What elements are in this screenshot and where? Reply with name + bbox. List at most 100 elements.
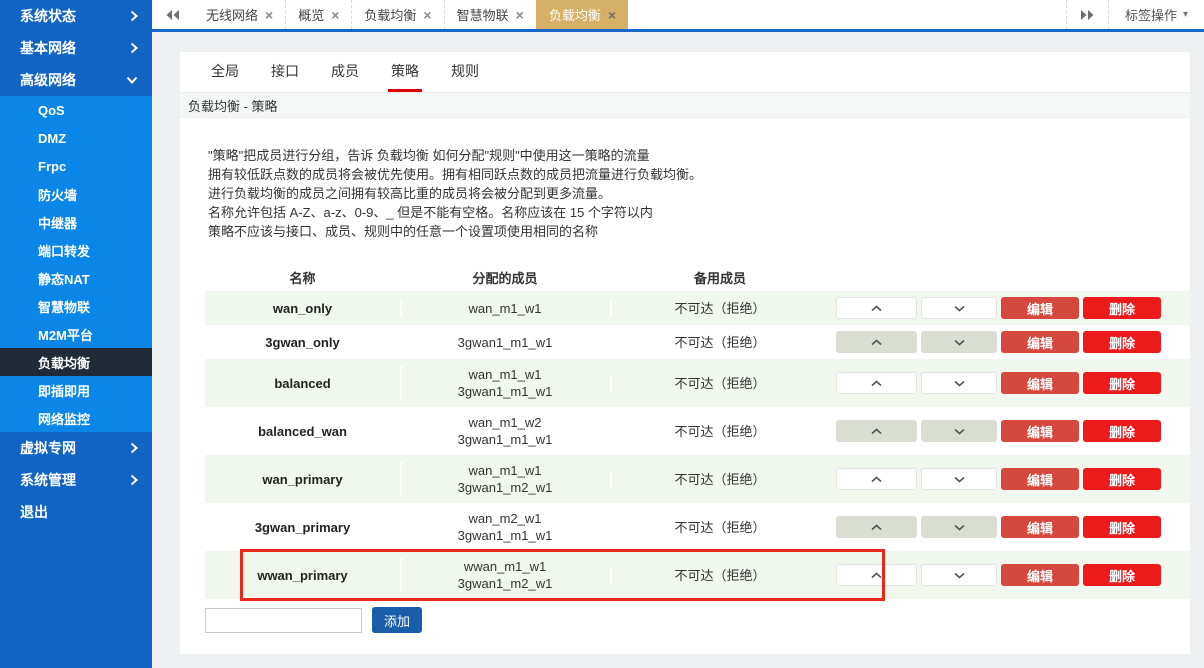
- caret-down-icon: ▾: [1183, 9, 1188, 20]
- move-up-button[interactable]: [836, 516, 917, 538]
- move-down-button[interactable]: [921, 468, 997, 490]
- policy-fallback: 不可达（拒绝）: [610, 334, 830, 351]
- window-tab-负载均衡[interactable]: 负载均衡×: [351, 0, 443, 29]
- sidebar-subitem-智慧物联[interactable]: 智慧物联: [0, 292, 152, 320]
- move-up-button[interactable]: [836, 564, 917, 586]
- delete-button[interactable]: 删除: [1083, 468, 1161, 490]
- sidebar-item-系统状态[interactable]: 系统状态: [0, 0, 152, 32]
- module-tab-成员[interactable]: 成员: [328, 52, 362, 92]
- sidebar-subitem-即插即用[interactable]: 即插即用: [0, 376, 152, 404]
- chevron-up-icon: [871, 339, 882, 346]
- tab-close-icon[interactable]: ×: [516, 8, 524, 22]
- edit-button[interactable]: 编辑: [1001, 331, 1079, 353]
- policy-name: wwan_primary: [205, 567, 400, 584]
- sidebar-item-高级网络[interactable]: 高级网络: [0, 64, 152, 96]
- move-down-button[interactable]: [921, 331, 997, 353]
- delete-button[interactable]: 删除: [1083, 516, 1161, 538]
- header-fallback: 备用成员: [610, 270, 830, 287]
- move-up-button[interactable]: [836, 331, 917, 353]
- delete-button[interactable]: 删除: [1083, 331, 1161, 353]
- tab-operations-menu[interactable]: 标签操作 ▾: [1108, 0, 1204, 29]
- chevron-right-icon: [130, 474, 138, 486]
- module-tab-规则[interactable]: 规则: [448, 52, 482, 92]
- tabs-scroll-right-button[interactable]: [1066, 0, 1108, 29]
- edit-button[interactable]: 编辑: [1001, 372, 1079, 394]
- module-tab-策略[interactable]: 策略: [388, 52, 422, 92]
- sidebar-subitem-端口转发[interactable]: 端口转发: [0, 236, 152, 264]
- add-policy-form: 添加: [205, 607, 1190, 633]
- description-line: 进行负载均衡的成员之间拥有较高比重的成员将会被分配到更多流量。: [208, 184, 1190, 203]
- tab-close-icon[interactable]: ×: [331, 8, 339, 22]
- chevron-up-icon: [871, 572, 882, 579]
- tab-operations-label: 标签操作: [1125, 5, 1177, 24]
- move-up-button[interactable]: [836, 372, 917, 394]
- policy-members: 3gwan1_m1_w1: [400, 334, 610, 351]
- policy-name: wan_primary: [205, 471, 400, 488]
- move-up-button[interactable]: [836, 468, 917, 490]
- sidebar-subitem-Frpc[interactable]: Frpc: [0, 152, 152, 180]
- chevron-down-icon: [954, 572, 965, 579]
- window-tab-概览[interactable]: 概览×: [285, 0, 351, 29]
- delete-button[interactable]: 删除: [1083, 564, 1161, 586]
- window-tab-label: 负载均衡: [549, 5, 601, 24]
- module-tab-接口[interactable]: 接口: [268, 52, 302, 92]
- chevron-up-icon: [871, 305, 882, 312]
- move-down-button[interactable]: [921, 297, 997, 319]
- move-down-button[interactable]: [921, 420, 997, 442]
- move-down-button[interactable]: [921, 516, 997, 538]
- sidebar-item-系统管理[interactable]: 系统管理: [0, 464, 152, 496]
- move-down-button[interactable]: [921, 372, 997, 394]
- tabs-scroll-left-button[interactable]: [152, 0, 194, 29]
- move-down-button[interactable]: [921, 564, 997, 586]
- sidebar-subitem-M2M平台[interactable]: M2M平台: [0, 320, 152, 348]
- policy-row-balanced_wan: balanced_wanwan_m1_w23gwan1_m1_w1不可达（拒绝）…: [205, 407, 1190, 455]
- edit-button[interactable]: 编辑: [1001, 516, 1079, 538]
- table-header-row: 名称 分配的成员 备用成员: [205, 265, 1190, 291]
- edit-button[interactable]: 编辑: [1001, 297, 1079, 319]
- policy-name: balanced: [205, 375, 400, 392]
- move-up-button[interactable]: [836, 297, 917, 319]
- window-tab-负载均衡[interactable]: 负载均衡 ×: [536, 0, 628, 29]
- sidebar-subitem-负载均衡[interactable]: 负载均衡: [0, 348, 152, 376]
- sidebar-item-label: 退出: [20, 502, 48, 522]
- tab-close-icon[interactable]: ×: [608, 8, 616, 22]
- chevron-up-icon: [871, 524, 882, 531]
- sidebar-item-退出[interactable]: 退出: [0, 496, 152, 528]
- chevron-down-icon: [954, 428, 965, 435]
- tab-close-icon[interactable]: ×: [423, 8, 431, 22]
- delete-button[interactable]: 删除: [1083, 372, 1161, 394]
- window-tab-智慧物联[interactable]: 智慧物联×: [444, 0, 536, 29]
- chevron-up-icon: [871, 428, 882, 435]
- add-policy-button[interactable]: 添加: [372, 607, 422, 633]
- move-up-button[interactable]: [836, 420, 917, 442]
- sidebar-subitem-DMZ[interactable]: DMZ: [0, 124, 152, 152]
- sidebar-subitem-防火墙[interactable]: 防火墙: [0, 180, 152, 208]
- policy-fallback: 不可达（拒绝）: [610, 519, 830, 536]
- delete-button[interactable]: 删除: [1083, 297, 1161, 319]
- description-line: 名称允许包括 A-Z、a-z、0-9、_ 但是不能有空格。名称应该在 15 个字…: [208, 203, 1190, 222]
- row-actions: 编辑删除: [830, 372, 1190, 394]
- sidebar-top-group: 系统状态基本网络高级网络: [0, 0, 152, 96]
- window-tab-无线网络[interactable]: 无线网络×: [194, 0, 285, 29]
- new-policy-name-input[interactable]: [205, 608, 362, 633]
- sidebar-bottom-group: 虚拟专网系统管理退出: [0, 432, 152, 528]
- row-actions: 编辑删除: [830, 564, 1190, 586]
- sidebar-item-基本网络[interactable]: 基本网络: [0, 32, 152, 64]
- sidebar-subitem-网络监控[interactable]: 网络监控: [0, 404, 152, 432]
- sidebar-subitem-静态NAT[interactable]: 静态NAT: [0, 264, 152, 292]
- edit-button[interactable]: 编辑: [1001, 564, 1079, 586]
- edit-button[interactable]: 编辑: [1001, 468, 1079, 490]
- sidebar-subitem-QoS[interactable]: QoS: [0, 96, 152, 124]
- sidebar-item-label: 高级网络: [20, 70, 76, 90]
- edit-button[interactable]: 编辑: [1001, 420, 1079, 442]
- sidebar-subitem-中继器[interactable]: 中继器: [0, 208, 152, 236]
- chevron-right-icon: [130, 42, 138, 54]
- policy-name: 3gwan_primary: [205, 519, 400, 536]
- tab-close-icon[interactable]: ×: [265, 8, 273, 22]
- policy-row-3gwan_only: 3gwan_only3gwan1_m1_w1不可达（拒绝）编辑删除: [205, 325, 1190, 359]
- content-card: 全局接口成员策略规则 负载均衡 - 策略 "策略"把成员进行分组，告诉 负载均衡…: [180, 52, 1190, 654]
- sidebar-item-虚拟专网[interactable]: 虚拟专网: [0, 432, 152, 464]
- delete-button[interactable]: 删除: [1083, 420, 1161, 442]
- module-tab-全局[interactable]: 全局: [208, 52, 242, 92]
- chevron-down-icon: [954, 476, 965, 483]
